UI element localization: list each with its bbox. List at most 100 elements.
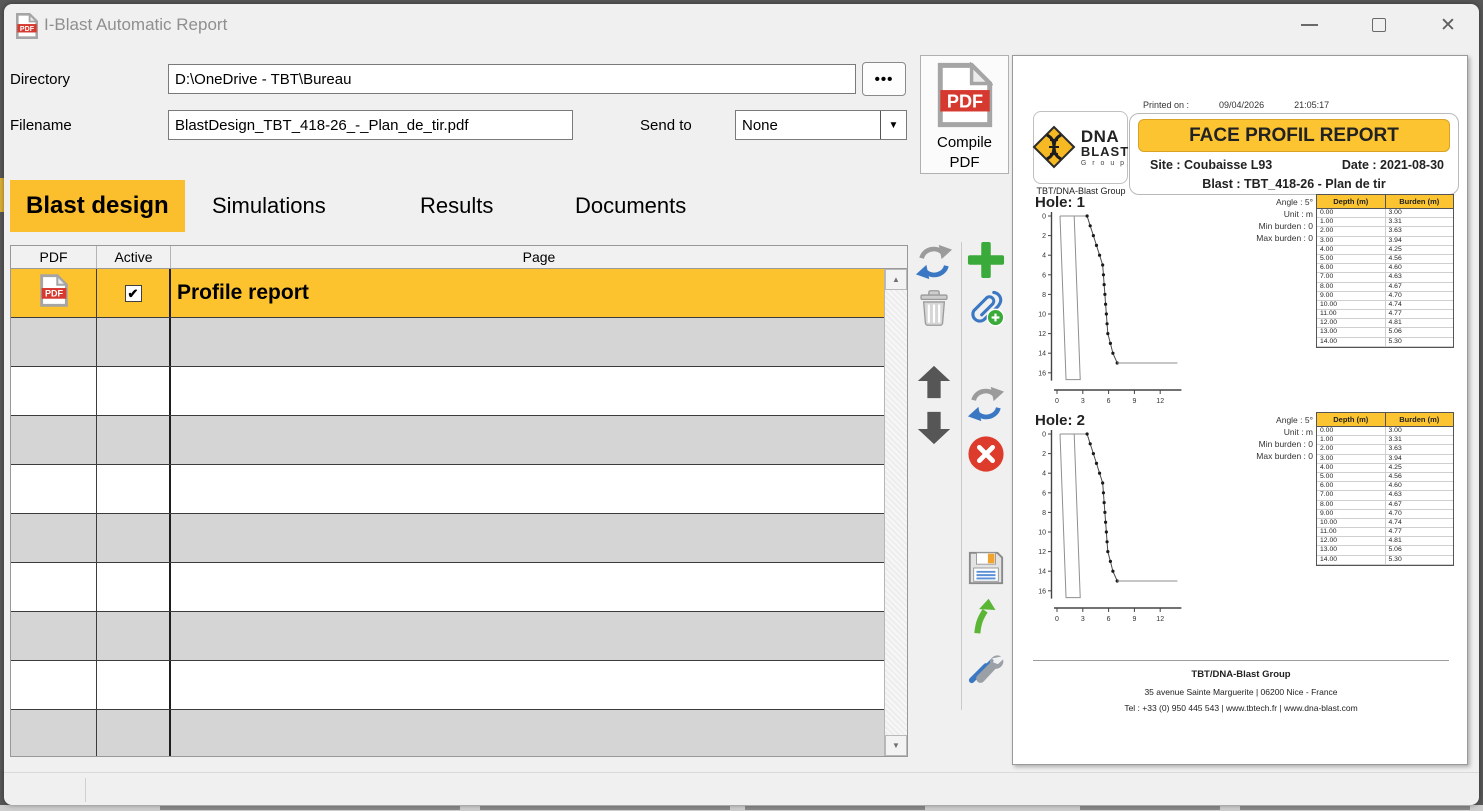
footer-rule [1033, 660, 1449, 661]
tools-button[interactable] [964, 644, 1008, 688]
hole-table-header: Depth (m) [1317, 195, 1385, 208]
minimize-button[interactable] [1286, 6, 1332, 44]
printed-on-row: Printed on : 09/04/2026 21:05:17 [1143, 100, 1329, 110]
close-icon: ✕ [1440, 14, 1456, 37]
table-row-empty[interactable] [11, 563, 884, 612]
hole-1-profile-chart: 0246810121416036912 [1027, 208, 1195, 408]
cancel-button[interactable] [964, 432, 1008, 476]
table-row-empty[interactable] [11, 661, 884, 710]
hole-2-data-table: Depth (m)Burden (m)0.003.001.003.312.003… [1316, 412, 1454, 566]
move-down-button[interactable] [912, 406, 956, 450]
pdf-preview-page[interactable]: Printed on : 09/04/2026 21:05:17 DNA BLA… [1012, 55, 1468, 765]
hole-table-row: 6.004.60 [1317, 264, 1453, 273]
hole-table-row: 14.005.30 [1317, 338, 1453, 347]
dna-helix-icon [1032, 125, 1076, 171]
tab-simulations[interactable]: Simulations [212, 180, 326, 232]
min-burden-label: Min burden : 0 [1213, 438, 1313, 450]
filename-input[interactable] [168, 110, 573, 140]
max-burden-label: Max burden : 0 [1213, 232, 1313, 244]
hole-table-row: 8.004.67 [1317, 283, 1453, 292]
hole-table-row: 0.003.00 [1317, 209, 1453, 218]
table-row-empty[interactable] [11, 710, 884, 757]
site-label: Site : Coubaisse L93 [1150, 158, 1272, 172]
tab-blast-design[interactable]: Blast design [10, 180, 185, 232]
send-to-select[interactable]: None ▼ [735, 110, 907, 140]
triangle-up-icon: ▲ [892, 275, 900, 284]
footer-contact: Tel : +33 (0) 950 445 543 | www.tbtech.f… [1013, 703, 1469, 713]
table-row-empty[interactable] [11, 514, 884, 563]
table-row-empty[interactable] [11, 416, 884, 465]
compile-pdf-button[interactable]: PDF Compile PDF [920, 55, 1009, 174]
unit-label: Unit : m [1213, 208, 1313, 220]
hole-table-row: 9.004.70 [1317, 292, 1453, 301]
svg-text:0: 0 [1042, 432, 1046, 439]
report-footer: TBT/DNA-Blast Group 35 avenue Sainte Mar… [1013, 660, 1469, 719]
angle-label: Angle : 5° [1213, 414, 1313, 426]
table-row[interactable]: PDF ✔ Profile report [11, 269, 884, 318]
svg-text:12: 12 [1038, 331, 1046, 338]
hole-table-row: 4.004.25 [1317, 464, 1453, 473]
svg-text:12: 12 [1156, 616, 1164, 623]
chevron-down-icon[interactable]: ▼ [880, 111, 906, 139]
export-button[interactable] [964, 594, 1008, 638]
svg-text:0: 0 [1055, 616, 1059, 623]
svg-text:2: 2 [1042, 451, 1046, 458]
pdf-file-icon: PDF [40, 274, 68, 312]
header-page: Page [171, 246, 907, 268]
hole-table-row: 7.004.63 [1317, 491, 1453, 500]
delete-button[interactable] [912, 286, 956, 330]
hole-table-row: 3.003.94 [1317, 237, 1453, 246]
move-up-button[interactable] [912, 360, 956, 404]
ellipsis-icon: ••• [875, 71, 894, 88]
attach-button[interactable] [964, 286, 1008, 330]
svg-text:3: 3 [1081, 398, 1085, 405]
scroll-up-button[interactable]: ▲ [885, 269, 907, 290]
svg-text:2: 2 [1042, 233, 1046, 240]
min-burden-label: Min burden : 0 [1213, 220, 1313, 232]
refresh-button[interactable] [912, 240, 956, 284]
printed-time: 21:05:17 [1294, 100, 1329, 110]
svg-text:PDF: PDF [44, 289, 63, 299]
report-title-banner: FACE PROFIL REPORT [1138, 119, 1450, 152]
compile-pdf-label-2: PDF [950, 153, 980, 173]
svg-text:10: 10 [1038, 530, 1046, 537]
hole-table-row: 10.004.74 [1317, 519, 1453, 528]
hole-1-params: Angle : 5° Unit : m Min burden : 0 Max b… [1213, 196, 1313, 244]
directory-input[interactable] [168, 64, 856, 94]
save-button[interactable] [964, 546, 1008, 590]
table-row-empty[interactable] [11, 465, 884, 514]
add-page-button[interactable] [964, 238, 1008, 282]
browse-button[interactable]: ••• [862, 62, 906, 96]
compile-pdf-label-1: Compile [937, 133, 992, 153]
title-bar[interactable]: PDF I-Blast Automatic Report ✕ [4, 4, 1479, 48]
header-pdf: PDF [11, 246, 97, 268]
scroll-down-button[interactable]: ▼ [885, 735, 907, 756]
table-row-empty[interactable] [11, 318, 884, 367]
maximize-button[interactable] [1356, 6, 1402, 44]
table-header-row: PDF Active Page [11, 246, 907, 269]
header-active: Active [97, 246, 171, 268]
unit-label: Unit : m [1213, 426, 1313, 438]
max-burden-label: Max burden : 0 [1213, 450, 1313, 462]
page-name: Profile report [177, 281, 309, 305]
svg-text:4: 4 [1042, 253, 1046, 260]
tab-results[interactable]: Results [420, 180, 493, 232]
active-checkbox[interactable]: ✔ [125, 285, 142, 302]
svg-text:12: 12 [1156, 398, 1164, 405]
toolbar-divider [961, 242, 962, 710]
svg-text:3: 3 [1081, 616, 1085, 623]
filename-label: Filename [10, 117, 72, 134]
svg-text:6: 6 [1042, 272, 1046, 279]
svg-text:4: 4 [1042, 471, 1046, 478]
triangle-down-icon: ▼ [892, 741, 900, 750]
hole-table-row: 7.004.63 [1317, 273, 1453, 282]
table-row-empty[interactable] [11, 367, 884, 416]
vertical-scrollbar[interactable]: ▲ ▼ [884, 269, 907, 756]
maximize-icon [1372, 18, 1386, 32]
close-button[interactable]: ✕ [1425, 6, 1471, 44]
hole-table-header: Depth (m) [1317, 413, 1385, 426]
refresh-preview-button[interactable] [964, 382, 1008, 426]
tab-documents[interactable]: Documents [575, 180, 686, 232]
svg-text:8: 8 [1042, 292, 1046, 299]
table-row-empty[interactable] [11, 612, 884, 661]
